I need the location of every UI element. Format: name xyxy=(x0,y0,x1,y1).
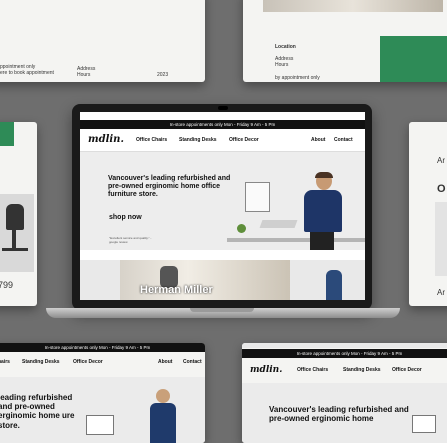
card-top-left: ppointment only ere to book appointment … xyxy=(0,0,205,82)
laptop-screen: In-store appointments only Mon - Friday … xyxy=(80,112,365,300)
hours-label: Hours xyxy=(77,72,91,78)
side-text-bottom: Ar xyxy=(437,288,445,297)
monitor-image xyxy=(245,182,270,212)
card-mid-right: Ar O Ar xyxy=(409,122,447,306)
hero-headline: leading refurbished and pre-owned ergino… xyxy=(0,393,75,430)
nav-contact[interactable]: Contact xyxy=(334,137,353,143)
nav-standing-desks[interactable]: Standing Desks xyxy=(343,367,381,373)
nav-standing-desks[interactable]: Standing Desks xyxy=(179,137,217,143)
hours-label: Hours xyxy=(275,62,289,68)
hero-headline: Vancouver's leading refurbished and pre-… xyxy=(269,405,409,424)
location-label: Location xyxy=(275,44,296,50)
nav-about[interactable]: About xyxy=(158,359,172,365)
side-text-mid: O xyxy=(437,183,446,195)
brand-logo[interactable]: mdlin. xyxy=(88,134,124,145)
card-bottom-left: In-store appointments only Mon - Friday … xyxy=(0,343,205,443)
card-mid-left: 799 xyxy=(0,122,37,306)
person-image xyxy=(304,172,344,250)
nav-office-decor[interactable]: Office Decor xyxy=(392,367,422,373)
person-image xyxy=(326,270,342,300)
laptop-on-desk-image xyxy=(259,220,298,228)
card-top-right: Location Address Hours by appointment on… xyxy=(243,0,447,82)
nav-office-decor[interactable]: Office Decor xyxy=(229,137,259,143)
monitor-image xyxy=(412,415,436,433)
shop-now-button[interactable]: shop now xyxy=(109,214,142,221)
nav-standing-desks[interactable]: Standing Desks xyxy=(22,359,60,365)
promo-banner-text: Herman Miller xyxy=(140,284,213,296)
price-text: 799 xyxy=(0,280,14,290)
year-text: 2023 xyxy=(157,72,169,78)
announcement-bar: In-store appointments only Mon - Friday … xyxy=(0,343,205,352)
site-header: mdlin. Office Chairs Standing Desks Offi… xyxy=(80,129,365,152)
chair-image xyxy=(0,194,34,272)
promo-section: Herman Miller xyxy=(80,260,365,300)
nav-office-chairs[interactable]: hairs xyxy=(0,359,10,365)
nav-contact[interactable]: Contact xyxy=(183,359,202,365)
review-quote: "Excellent service and quality." - googl… xyxy=(109,236,152,244)
brand-logo[interactable]: mdlin. xyxy=(250,365,282,375)
desk-image xyxy=(227,238,365,242)
person-image xyxy=(150,389,176,443)
book-appointment-link[interactable]: ere to book appointment xyxy=(0,70,54,77)
nav-office-chairs[interactable]: Office Chairs xyxy=(297,367,328,373)
side-image xyxy=(435,202,447,276)
camera-notch xyxy=(218,106,228,110)
laptop-opening-notch xyxy=(190,308,254,312)
nav-office-decor[interactable]: Office Decor xyxy=(73,359,103,365)
nav-office-chairs[interactable]: Office Chairs xyxy=(136,137,167,143)
monitor-image xyxy=(86,415,114,435)
plant-image xyxy=(237,224,246,233)
nav-about[interactable]: About xyxy=(311,137,325,143)
green-strip xyxy=(0,122,14,146)
browser-chrome xyxy=(242,343,447,348)
appointment-text: by appointment only xyxy=(275,75,320,81)
side-text-top: Ar xyxy=(437,156,445,165)
hero-section: Vancouver's leading refurbished and pre-… xyxy=(80,152,365,250)
announcement-bar: In-store appointments only Mon - Friday … xyxy=(80,120,365,129)
hero-headline: Vancouver's leading refurbished and pre-… xyxy=(108,175,231,199)
card-bottom-right: In-store appointments only Mon - Friday … xyxy=(242,343,447,443)
green-panel xyxy=(380,36,447,82)
announcement-bar: In-store appointments only Mon - Friday … xyxy=(242,349,447,358)
top-photo-strip xyxy=(263,0,443,12)
